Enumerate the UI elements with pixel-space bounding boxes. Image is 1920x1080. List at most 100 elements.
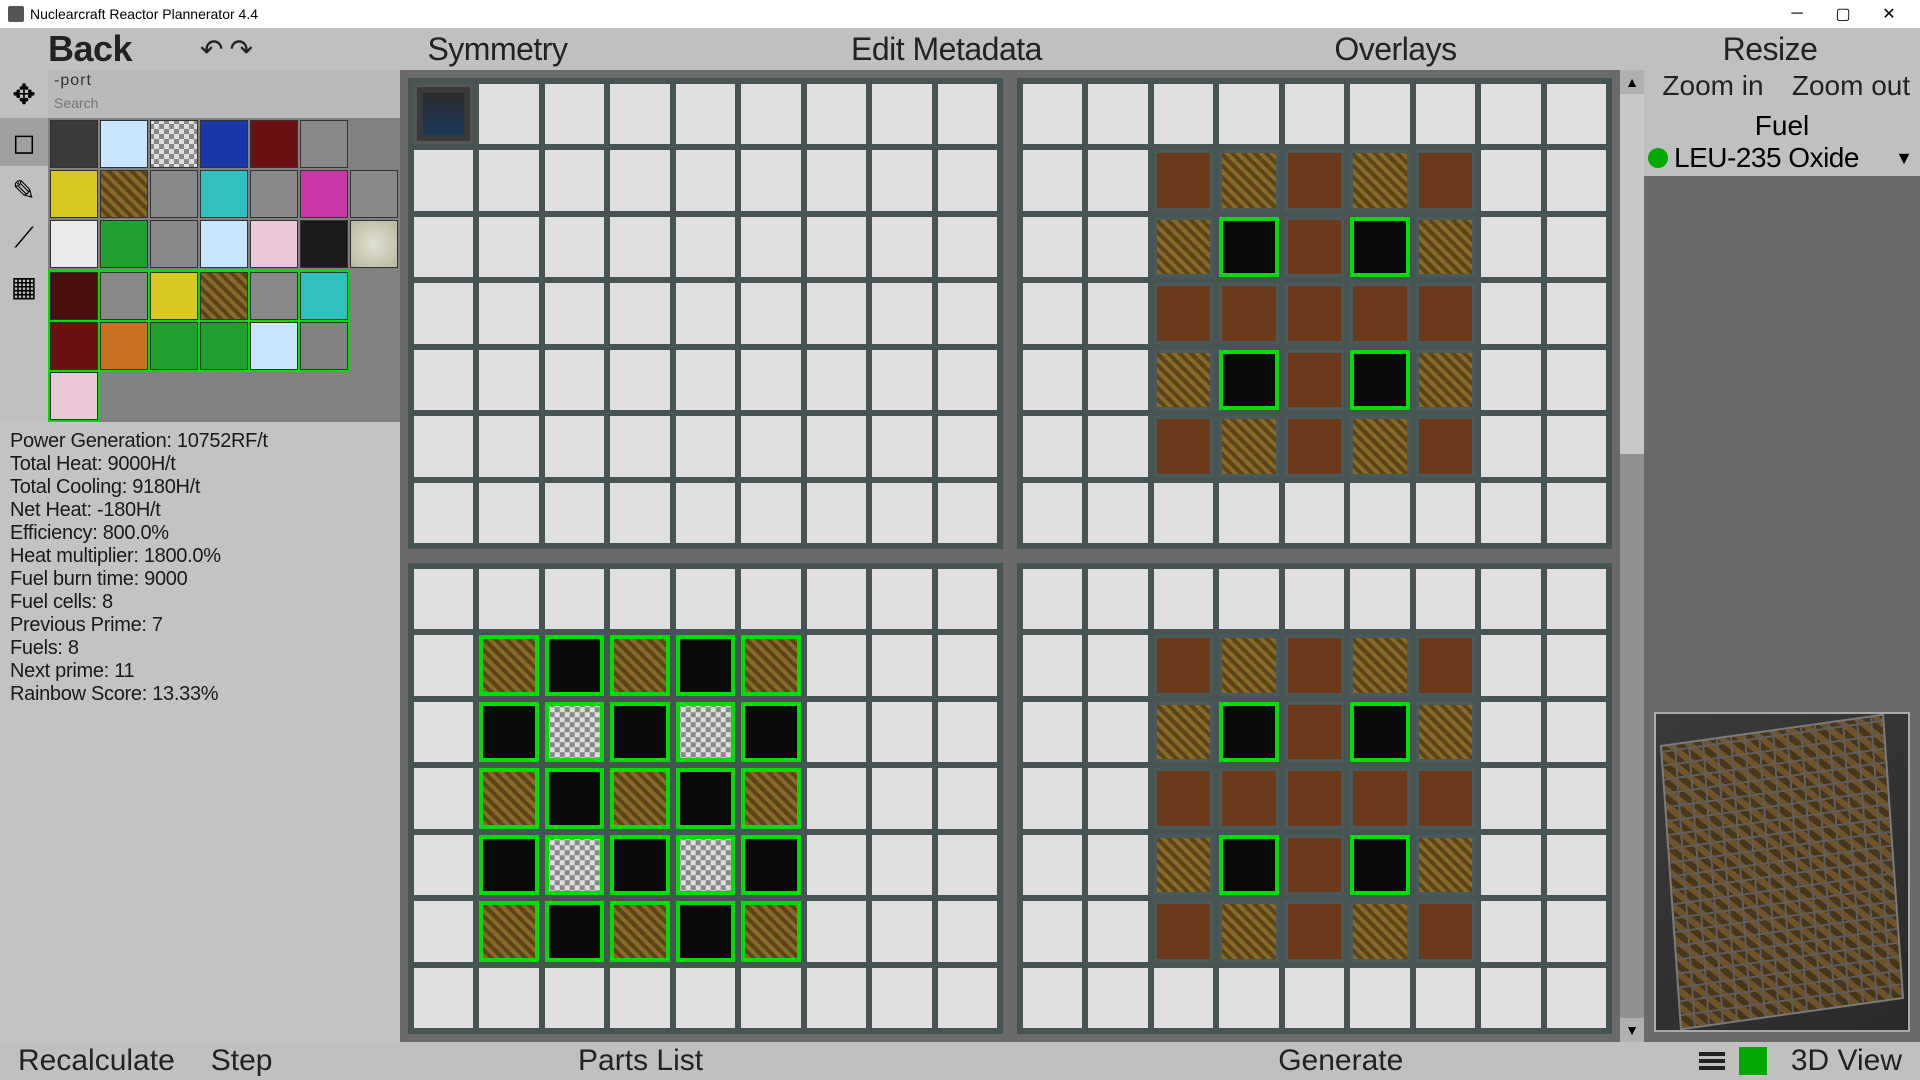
- grid-cell[interactable]: [1023, 483, 1082, 543]
- grid-cell[interactable]: [1350, 768, 1409, 828]
- grid-cell[interactable]: [741, 416, 800, 476]
- grid-cell[interactable]: [1285, 217, 1344, 277]
- grid-cell[interactable]: [1154, 416, 1213, 476]
- grid-cell[interactable]: [1219, 350, 1278, 410]
- grid-cell[interactable]: [1481, 835, 1540, 895]
- grid-cell[interactable]: [1154, 835, 1213, 895]
- palette-block[interactable]: [100, 322, 148, 370]
- grid-cell[interactable]: [1416, 84, 1475, 144]
- grid-cell[interactable]: [807, 702, 866, 762]
- grid-cell[interactable]: [1547, 84, 1606, 144]
- grid-cell[interactable]: [1350, 635, 1409, 695]
- grid-cell[interactable]: [1350, 150, 1409, 210]
- grid-cell[interactable]: [414, 283, 473, 343]
- grid-cell[interactable]: [414, 217, 473, 277]
- grid-cell[interactable]: [1023, 835, 1082, 895]
- grid-cell[interactable]: [1023, 416, 1082, 476]
- grid-cell[interactable]: [1481, 483, 1540, 543]
- grid-cell[interactable]: [1481, 283, 1540, 343]
- grid-cell[interactable]: [610, 416, 669, 476]
- grid-cell[interactable]: [1023, 150, 1082, 210]
- search-input[interactable]: [54, 90, 394, 116]
- grid-cell[interactable]: [479, 217, 538, 277]
- grid-cell[interactable]: [610, 569, 669, 629]
- grid-cell[interactable]: [741, 150, 800, 210]
- grid-cell[interactable]: [1285, 483, 1344, 543]
- grid-cell[interactable]: [1481, 150, 1540, 210]
- grid-cell[interactable]: [1088, 835, 1147, 895]
- grid-cell[interactable]: [741, 968, 800, 1028]
- undo-icon[interactable]: ↶: [200, 33, 223, 66]
- grid-cell[interactable]: [1481, 350, 1540, 410]
- grid-cell[interactable]: [1023, 350, 1082, 410]
- grid-cell[interactable]: [741, 483, 800, 543]
- grid-cell[interactable]: [1416, 416, 1475, 476]
- back-button[interactable]: Back: [0, 28, 180, 70]
- palette-block[interactable]: [300, 220, 348, 268]
- grid-cell[interactable]: [545, 835, 604, 895]
- grid-cell[interactable]: [1023, 217, 1082, 277]
- palette-block[interactable]: [150, 322, 198, 370]
- grid-cell[interactable]: [479, 416, 538, 476]
- grid-cell[interactable]: [1088, 702, 1147, 762]
- 3d-view-button[interactable]: 3D View: [1773, 1044, 1920, 1078]
- grid-cell[interactable]: [1088, 283, 1147, 343]
- grid-cell[interactable]: [1547, 217, 1606, 277]
- palette-block[interactable]: [300, 170, 348, 218]
- grid-cell[interactable]: [1219, 968, 1278, 1028]
- grid-cell[interactable]: [479, 768, 538, 828]
- grid-cell[interactable]: [414, 835, 473, 895]
- grid-cell[interactable]: [414, 768, 473, 828]
- grid-cell[interactable]: [479, 350, 538, 410]
- parts-list-button[interactable]: Parts List: [290, 1044, 990, 1078]
- grid-cell[interactable]: [1219, 569, 1278, 629]
- grid-cell[interactable]: [676, 350, 735, 410]
- generate-button[interactable]: Generate: [991, 1044, 1691, 1078]
- grid-cell[interactable]: [610, 150, 669, 210]
- grid-cell[interactable]: [1350, 483, 1409, 543]
- grid-cell[interactable]: [807, 217, 866, 277]
- palette-block[interactable]: [150, 272, 198, 320]
- grid-cell[interactable]: [1416, 901, 1475, 961]
- palette-block[interactable]: [200, 120, 248, 168]
- grid-cell[interactable]: [1416, 768, 1475, 828]
- grid-cell[interactable]: [479, 150, 538, 210]
- scroll-thumb[interactable]: [1620, 94, 1644, 454]
- grid-cell[interactable]: [676, 150, 735, 210]
- grid-cell[interactable]: [1023, 901, 1082, 961]
- palette-block[interactable]: [250, 322, 298, 370]
- grid-cell[interactable]: [1219, 635, 1278, 695]
- grid-cell[interactable]: [1481, 416, 1540, 476]
- grid-cell[interactable]: [741, 835, 800, 895]
- grid-cell[interactable]: [872, 416, 931, 476]
- palette-block[interactable]: [250, 220, 298, 268]
- grid-cell[interactable]: [676, 84, 735, 144]
- grid-cell[interactable]: [1350, 968, 1409, 1028]
- grid-cell[interactable]: [545, 569, 604, 629]
- grid-cell[interactable]: [1154, 901, 1213, 961]
- scroll-down-button[interactable]: ▼: [1620, 1018, 1644, 1042]
- scrollbar[interactable]: ▲ ▼: [1620, 70, 1644, 1042]
- layer-3[interactable]: [408, 563, 1003, 1034]
- grid-cell[interactable]: [479, 84, 538, 144]
- maximize-button[interactable]: ▢: [1820, 0, 1866, 28]
- grid-cell[interactable]: [676, 569, 735, 629]
- grid-cell[interactable]: [545, 150, 604, 210]
- grid-cell[interactable]: [1481, 217, 1540, 277]
- grid-cell[interactable]: [872, 483, 931, 543]
- palette-block[interactable]: [200, 322, 248, 370]
- palette-block[interactable]: [350, 220, 398, 268]
- grid-cell[interactable]: [414, 901, 473, 961]
- grid-cell[interactable]: [414, 84, 473, 144]
- grid-cell[interactable]: [872, 84, 931, 144]
- grid-cell[interactable]: [1547, 835, 1606, 895]
- color-swatch[interactable]: [1739, 1047, 1767, 1075]
- grid-cell[interactable]: [479, 901, 538, 961]
- grid-cell[interactable]: [676, 416, 735, 476]
- grid-cell[interactable]: [1023, 968, 1082, 1028]
- grid-cell[interactable]: [1481, 702, 1540, 762]
- grid-cell[interactable]: [479, 835, 538, 895]
- grid-cell[interactable]: [807, 635, 866, 695]
- grid-cell[interactable]: [938, 901, 997, 961]
- grid-cell[interactable]: [1088, 569, 1147, 629]
